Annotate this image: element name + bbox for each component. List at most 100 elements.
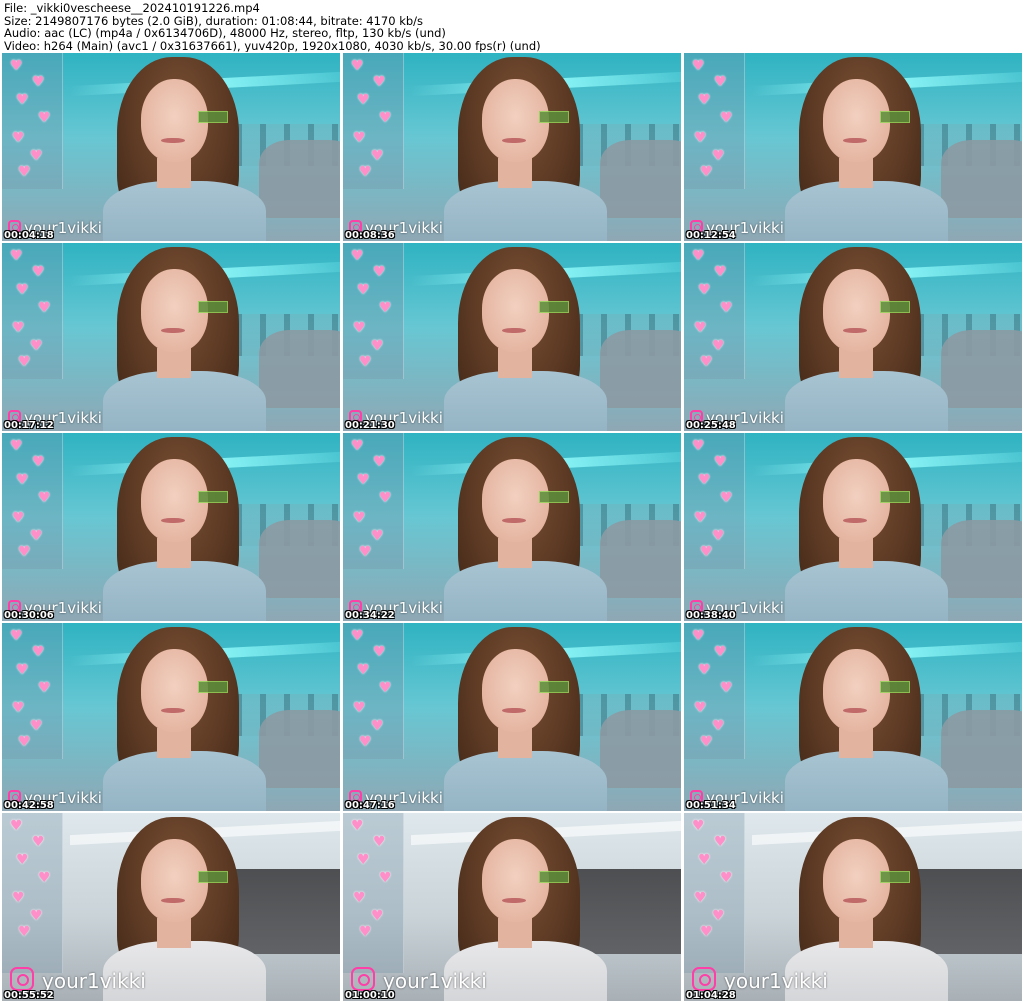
- thumbnail-chair: [258, 139, 340, 219]
- thumbnail-lips: [842, 897, 867, 904]
- heart-icon: ♥: [359, 924, 372, 940]
- heart-icon: ♥: [694, 320, 707, 336]
- heart-icon: ♥: [30, 718, 43, 734]
- thumbnail-timestamp: 00:08:36: [345, 230, 395, 241]
- instagram-icon: [10, 967, 34, 991]
- thumbnail-chair: [940, 709, 1022, 789]
- thumbnail-timestamp: 00:17:12: [4, 420, 54, 431]
- heart-icon: ♥: [16, 92, 29, 108]
- heart-icon: ♥: [32, 834, 45, 850]
- heart-icon: ♥: [12, 890, 25, 906]
- heart-icon: ♥: [379, 870, 392, 886]
- thumbnail-tag: [539, 491, 570, 503]
- heart-icon: ♥: [353, 700, 366, 716]
- thumbnail-chair: [940, 519, 1022, 599]
- heart-icon: ♥: [10, 58, 23, 74]
- thumbnail-body: [444, 180, 607, 241]
- heart-icon: ♥: [714, 644, 727, 660]
- thumbnail-chair: [940, 329, 1022, 409]
- heart-icon: ♥: [351, 628, 364, 644]
- heart-icon: ♥: [18, 354, 31, 370]
- thumbnail-lips: [501, 517, 526, 524]
- instagram-icon: [351, 967, 375, 991]
- instagram-icon: [692, 967, 716, 991]
- heart-icon: ♥: [351, 248, 364, 264]
- thumbnail-body: [785, 180, 948, 241]
- heart-icon: ♥: [30, 528, 43, 544]
- heart-icon: ♥: [18, 544, 31, 560]
- heart-icon: ♥: [30, 148, 43, 164]
- heart-icon: ♥: [714, 264, 727, 280]
- thumbnail-tag: [198, 111, 229, 123]
- video-thumbnail: ♥ ♥ ♥ ♥ ♥ ♥ ♥ your1vikki 00:04:18: [2, 53, 340, 241]
- heart-icon: ♥: [379, 110, 392, 126]
- thumbnail-timestamp: 00:04:18: [4, 230, 54, 241]
- heart-icon: ♥: [373, 74, 386, 90]
- video-thumbnail: ♥ ♥ ♥ ♥ ♥ ♥ ♥ your1vikki 00:12:54: [684, 53, 1022, 241]
- video-info-line: Video: h264 (Main) (avc1 / 0x31637661), …: [4, 39, 541, 52]
- thumbnail-tag: [880, 871, 911, 883]
- heart-icon: ♥: [353, 130, 366, 146]
- video-thumbnail: ♥ ♥ ♥ ♥ ♥ ♥ ♥ your1vikki 00:51:34: [684, 623, 1022, 811]
- heart-icon: ♥: [700, 164, 713, 180]
- thumbnail-neck: [498, 538, 533, 569]
- thumbnail-timestamp: 00:34:22: [345, 610, 395, 621]
- thumbnail-timestamp: 01:00:10: [345, 990, 395, 1001]
- thumbnail-lips: [160, 137, 185, 144]
- watermark-handle: your1vikki: [383, 969, 487, 993]
- thumbnail-chair: [599, 329, 681, 409]
- heart-icon: ♥: [30, 908, 43, 924]
- heart-icon: ♥: [694, 130, 707, 146]
- heart-icon: ♥: [359, 164, 372, 180]
- video-thumbnail: ♥ ♥ ♥ ♥ ♥ ♥ ♥ your1vikki 00:25:48: [684, 243, 1022, 431]
- video-thumbnail: ♥ ♥ ♥ ♥ ♥ ♥ ♥ your1vikki 00:47:16: [343, 623, 681, 811]
- thumbnail-timestamp: 00:38:40: [686, 610, 736, 621]
- thumbnail-body: [444, 750, 607, 811]
- heart-icon: ♥: [371, 338, 384, 354]
- file-info-header: File: _vikki0vescheese__202410191226.mp4…: [0, 0, 1024, 52]
- heart-icon: ♥: [692, 58, 705, 74]
- heart-icon: ♥: [712, 718, 725, 734]
- heart-icon: ♥: [357, 282, 370, 298]
- thumbnail-tag: [880, 491, 911, 503]
- thumbnail-neck: [498, 918, 533, 949]
- heart-icon: ♥: [38, 300, 51, 316]
- thumbnail-chair: [599, 519, 681, 599]
- thumbnail-chair: [258, 709, 340, 789]
- thumbnail-lips: [160, 707, 185, 714]
- heart-icon: ♥: [16, 472, 29, 488]
- heart-icon: ♥: [712, 338, 725, 354]
- thumbnail-neck: [498, 348, 533, 379]
- thumbnail-chair: [940, 139, 1022, 219]
- thumbnail-lips: [501, 897, 526, 904]
- thumbnail-body: [785, 560, 948, 621]
- thumbnail-chair: [258, 519, 340, 599]
- heart-icon: ♥: [32, 454, 45, 470]
- thumbnail-tag: [539, 301, 570, 313]
- thumbnail-lips: [501, 327, 526, 334]
- video-thumbnail: ♥ ♥ ♥ ♥ ♥ ♥ ♥ your1vikki 00:42:58: [2, 623, 340, 811]
- thumbnail-tag: [198, 491, 229, 503]
- heart-icon: ♥: [38, 490, 51, 506]
- heart-icon: ♥: [38, 110, 51, 126]
- thumbnail-timestamp: 01:04:28: [686, 990, 736, 1001]
- heart-icon: ♥: [357, 92, 370, 108]
- heart-icon: ♥: [12, 320, 25, 336]
- heart-icon: ♥: [692, 628, 705, 644]
- thumbnail-lips: [842, 707, 867, 714]
- heart-icon: ♥: [353, 510, 366, 526]
- heart-icon: ♥: [18, 734, 31, 750]
- heart-icon: ♥: [698, 662, 711, 678]
- thumbnail-body: [444, 370, 607, 431]
- heart-icon: ♥: [357, 852, 370, 868]
- video-thumbnail: ♥ ♥ ♥ ♥ ♥ ♥ ♥ your1vikki 00:38:40: [684, 433, 1022, 621]
- heart-icon: ♥: [692, 438, 705, 454]
- thumbnail-grid: ♥ ♥ ♥ ♥ ♥ ♥ ♥ your1vikki 00:04:18 ♥ ♥ ♥ ♥ ♥ ♥ ♥ your1vik…: [2, 53, 1022, 1001]
- heart-icon: ♥: [379, 680, 392, 696]
- thumbnail-tag: [880, 111, 911, 123]
- heart-icon: ♥: [698, 282, 711, 298]
- heart-icon: ♥: [359, 354, 372, 370]
- thumbnail-neck: [839, 728, 874, 759]
- heart-icon: ♥: [359, 734, 372, 750]
- thumbnail-neck: [498, 158, 533, 189]
